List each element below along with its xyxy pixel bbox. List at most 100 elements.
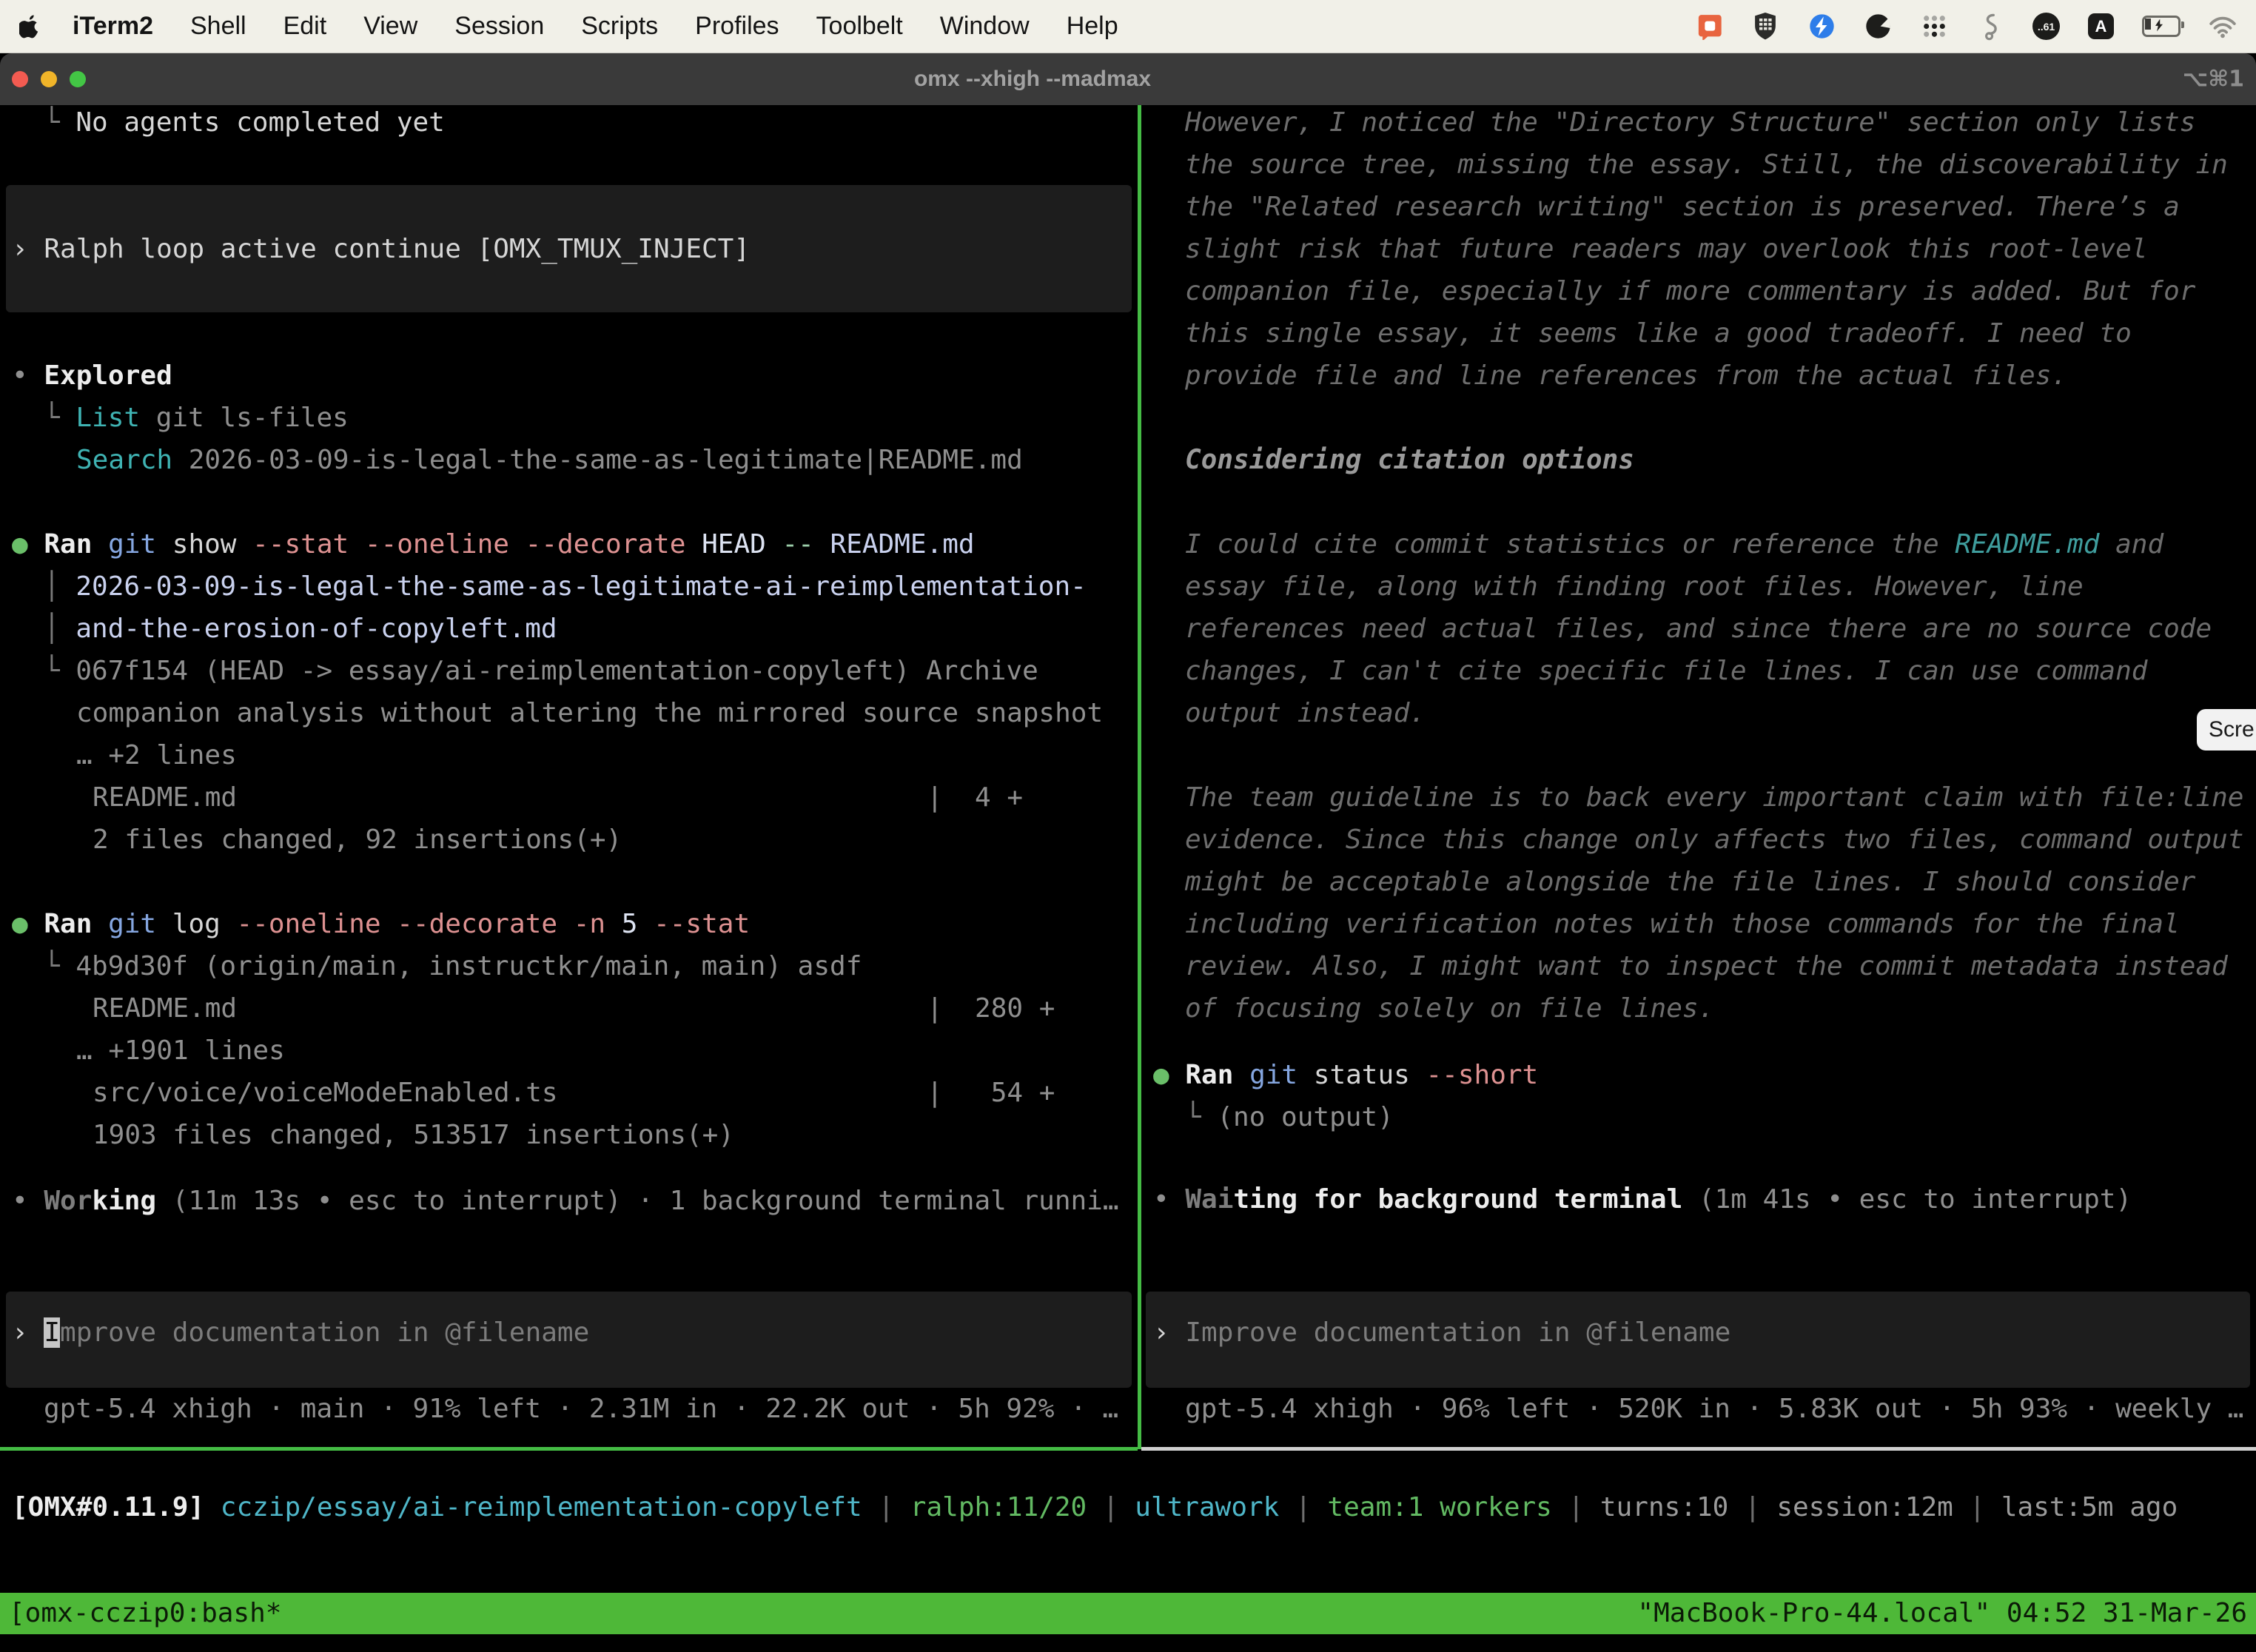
menu-item-profiles[interactable]: Profiles [695, 12, 779, 41]
pane-divider[interactable] [1138, 105, 1141, 1449]
terminal-text-segment [862, 1492, 879, 1522]
terminal-text-segment: │ [44, 614, 75, 644]
terminal-line: The team guideline is to back every impo… [1185, 776, 2243, 819]
terminal-text-segment: session:12m [1776, 1492, 1953, 1522]
terminal-line: references need actual files, and since … [1185, 608, 2212, 650]
lightning-circle-icon[interactable] [1807, 13, 1836, 41]
terminal-text-segment: [OMX#0.11.9] [12, 1492, 204, 1522]
terminal-line: └ No agents completed yet [44, 101, 445, 144]
terminal-text-segment [766, 529, 782, 560]
terminal-text-segment: 2026-03-09-is-legal-the-same-as-legitima… [172, 445, 1023, 475]
terminal-text-segment: › [1153, 1317, 1185, 1348]
terminal-line: gpt-5.4 xhigh · 96% left · 520K in · 5.8… [1185, 1388, 2243, 1430]
terminal-text-segment: the source tree, missing the essay. Stil… [1185, 150, 2228, 180]
terminal-line: … +2 lines [76, 734, 237, 776]
terminal-text-segment [509, 529, 526, 560]
apple-logo-icon[interactable] [19, 14, 40, 38]
terminal-text-segment: --stat [654, 909, 750, 939]
terminal-text-segment [1552, 1492, 1568, 1522]
shield-grid-icon[interactable] [1751, 13, 1779, 41]
terminal-text-segment [1953, 1492, 1970, 1522]
terminal-text-segment: -- [782, 529, 813, 560]
terminal-text-segment: README.md | 280 + [93, 993, 1055, 1024]
terminal-line: review. Also, I might want to inspect th… [1185, 945, 2228, 987]
terminal-text-segment: Ralph loop active continue [OMX_TMUX_INJ… [44, 234, 750, 264]
terminal-text-segment: └ [44, 107, 75, 138]
terminal-text-segment: | [878, 1492, 894, 1522]
terminal-text-segment: companion analysis without altering the … [76, 698, 1103, 728]
minimize-button[interactable] [41, 71, 57, 87]
terminal-text-segment: this single essay, it seems like a good … [1185, 318, 2132, 349]
menu-item-toolbelt[interactable]: Toolbelt [816, 12, 903, 41]
terminal-text-segment: HEAD [702, 529, 766, 560]
terminal-line: companion analysis without altering the … [76, 692, 1103, 734]
terminal-line: ● Ran git status --short [1153, 1054, 1538, 1096]
terminal-text-segment: and-the-erosion-of-copyleft.md [75, 614, 557, 644]
battery-icon[interactable] [2142, 16, 2181, 37]
terminal-text-segment: • [12, 360, 44, 391]
wifi-icon[interactable] [2209, 13, 2237, 41]
terminal-line: Search 2026-03-09-is-legal-the-same-as-l… [76, 439, 1023, 481]
badge-61-icon[interactable]: ..61 [2032, 13, 2060, 40]
terminal-text-segment: 067f154 (HEAD -> essay/ai-reimplementati… [75, 656, 1038, 686]
terminal-text-segment [1312, 1492, 1328, 1522]
terminal-text-segment: Ran [44, 529, 92, 560]
menu-item-session[interactable]: Session [454, 12, 544, 41]
terminal-text-segment: might be acceptable alongside the file l… [1185, 867, 2195, 897]
terminal-text-segment: and [2099, 529, 2163, 560]
terminal-text-segment: Explored [44, 360, 172, 391]
terminal-text-segment: README.md [830, 529, 975, 560]
terminal-text-segment: Wor [44, 1186, 92, 1216]
terminal-text-segment: However, I noticed the "Directory Struct… [1185, 107, 2195, 138]
menu-item-window[interactable]: Window [940, 12, 1030, 41]
terminal-text-segment: | [1103, 1492, 1119, 1522]
terminal-line: src/voice/voiceModeEnabled.ts | 54 + [93, 1072, 1055, 1114]
terminal-text-segment: changes, I can't cite specific file line… [1185, 656, 2147, 686]
window-title: omx --xhigh --madmax [914, 67, 1151, 92]
terminal-text-segment [381, 909, 397, 939]
terminal-text-segment [1761, 1492, 1777, 1522]
dots-grid-icon[interactable] [1920, 13, 1948, 41]
terminal-text-segment: ● [12, 909, 44, 939]
screen-share-overlay[interactable]: Scre [2197, 709, 2256, 751]
menu-item-scripts[interactable]: Scripts [581, 12, 658, 41]
letter-a-icon[interactable]: A [2088, 13, 2114, 39]
hook-icon[interactable] [1976, 13, 2004, 41]
terminal-text-segment [92, 909, 108, 939]
terminal-text-segment: king [92, 1186, 156, 1216]
title-bar: omx --xhigh --madmax ⌥⌘1 [0, 53, 2256, 105]
terminal-text-segment: --decorate [526, 529, 686, 560]
terminal-text-segment: mprove documentation in @filename [60, 1317, 589, 1348]
tmux-status-bar: [omx-cczip0:bash* "MacBook-Pro-44.local"… [0, 1593, 2256, 1634]
terminal-text-segment [204, 1492, 221, 1522]
menu-item-shell[interactable]: Shell [190, 12, 246, 41]
terminal-text-segment: ting for background terminal [1233, 1184, 1682, 1215]
zoom-button[interactable] [70, 71, 86, 87]
terminal-text-segment: README.md | 4 + [93, 782, 1023, 813]
battery-fill [2145, 19, 2151, 30]
close-button[interactable] [12, 71, 28, 87]
terminal-line: output instead. [1185, 692, 1426, 734]
terminal-line: ● Ran git show --stat --oneline --decora… [12, 523, 975, 565]
terminal-text-segment: 5 [605, 909, 654, 939]
terminal-line: slight risk that future readers may over… [1185, 228, 2147, 270]
tmux-host-clock-label: "MacBook-Pro-44.local" 04:52 31-Mar-26 [1637, 1593, 2247, 1634]
menu-item-view[interactable]: View [363, 12, 417, 41]
terminal-line: › Improve documentation in @filename [12, 1312, 589, 1354]
terminal-line: [OMX#0.11.9] cczip/essay/ai-reimplementa… [12, 1486, 2178, 1528]
menu-item-edit[interactable]: Edit [283, 12, 327, 41]
pane-bottom-border-right [1141, 1447, 2256, 1451]
chat-icon[interactable] [1695, 13, 1723, 41]
pie-chart-icon[interactable] [1864, 13, 1892, 41]
terminal-text-segment: evidence. Since this change only affects… [1185, 825, 2243, 855]
terminal-text-segment: turns:10 [1600, 1492, 1728, 1522]
terminal-text-segment: gpt-5.4 xhigh · 96% left · 520K in · 5.8… [1185, 1394, 2243, 1424]
menu-item-iterm2[interactable]: iTerm2 [73, 12, 153, 41]
terminal-line: companion file, especially if more comme… [1185, 270, 2195, 312]
menu-bar: iTerm2 Shell Edit View Session Scripts Profile… [0, 0, 2256, 53]
terminal-text-segment [1985, 1492, 2001, 1522]
terminal-text-segment [894, 1492, 910, 1522]
terminal-line: └ List git ls-files [44, 397, 349, 439]
menu-item-help[interactable]: Help [1067, 12, 1118, 41]
terminal-line: of focusing solely on file lines. [1185, 987, 1714, 1030]
